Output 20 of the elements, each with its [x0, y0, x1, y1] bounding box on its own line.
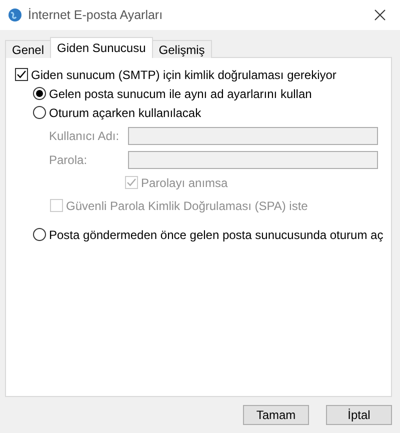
checkbox-label: Güvenli Parola Kimlik Doğrulaması (SPA) iste [66, 198, 308, 214]
tab[interactable]: Genel [5, 40, 52, 58]
radio-label: Gelen posta sunucum ile aynı ad ayarlarını kullan [49, 86, 312, 102]
tab[interactable]: Giden Sunucusu [50, 37, 153, 58]
field-label: Kullanıcı Adı: [49, 128, 120, 145]
globe-icon [8, 8, 22, 22]
radio-button[interactable] [33, 87, 46, 100]
radio-label: Oturum açarken kullanılacak [49, 104, 202, 122]
tab[interactable]: Gelişmiş [152, 40, 212, 58]
radio-label: Posta göndermeden önce gelen posta sunucusunda oturum aç [49, 226, 384, 244]
close-icon[interactable] [374, 9, 386, 21]
checkbox-label: Giden sunucum (SMTP) için kimlik doğrulaması gerekiyor [31, 66, 336, 84]
radio-button[interactable] [33, 106, 46, 119]
radio-button[interactable] [33, 228, 46, 241]
checkbox-label: Parolayı anımsa [141, 174, 228, 192]
window-title: İnternet E-posta Ayarları [28, 6, 164, 24]
checkbox[interactable] [15, 68, 28, 81]
dialog-button[interactable]: Tamam [243, 405, 309, 425]
dialog-button[interactable]: İptal [326, 405, 392, 425]
field-label: Parola: [49, 152, 88, 169]
